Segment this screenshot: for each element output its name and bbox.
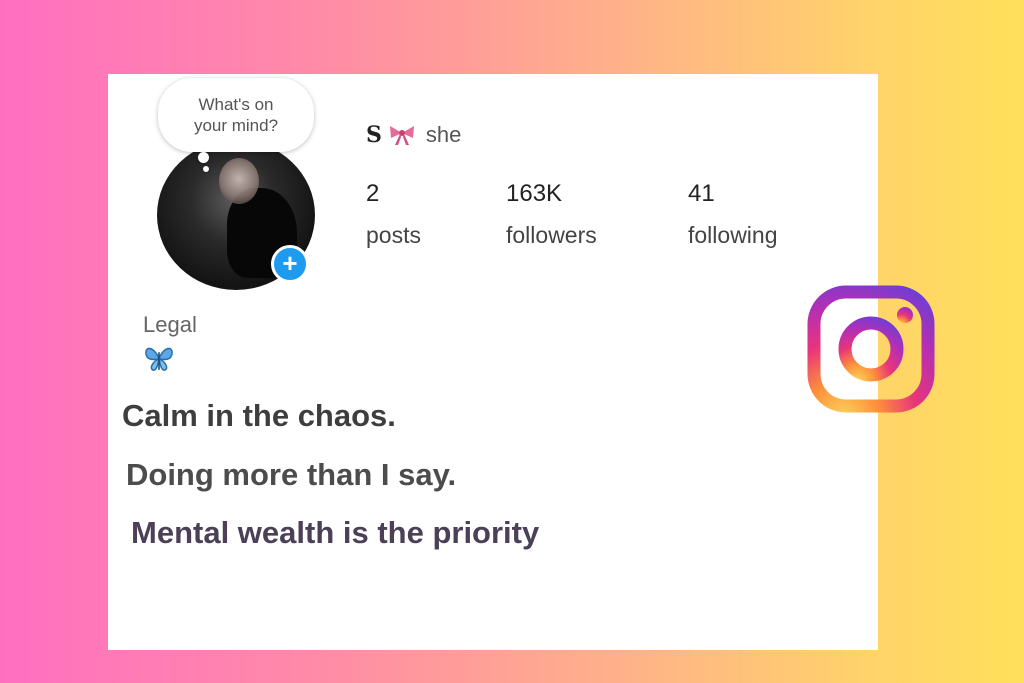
blue-butterfly-icon: [145, 347, 173, 371]
instagram-logo-icon: [807, 285, 935, 413]
plus-icon: +: [282, 248, 298, 278]
stat-followers-label: followers: [506, 222, 597, 248]
stat-posts-label: posts: [366, 222, 421, 248]
profile-category: Legal: [143, 312, 197, 337]
pink-bow-icon: [389, 126, 414, 145]
profile-name-row: S she: [366, 122, 461, 148]
profile-pronoun: she: [425, 122, 462, 147]
stat-following[interactable]: 41 following: [688, 180, 778, 249]
note-bubble-line1: What's on: [198, 95, 274, 114]
stat-followers[interactable]: 163K followers: [506, 180, 597, 249]
stat-followers-value: 163K: [506, 180, 563, 207]
stat-following-value: 41: [688, 180, 715, 207]
bubble-tail-small: [203, 166, 209, 172]
bio-line-2: Doing more than I say.: [126, 457, 457, 492]
bubble-tail: [198, 152, 209, 163]
bio-line-3: Mental wealth is the priority: [131, 515, 540, 550]
stat-posts[interactable]: 2 posts: [366, 180, 421, 249]
add-story-button[interactable]: +: [271, 245, 309, 283]
stat-posts-value: 2: [366, 180, 380, 207]
bio-line-1: Calm in the chaos.: [122, 398, 396, 433]
note-bubble[interactable]: What's on your mind?: [158, 78, 314, 152]
note-bubble-line2: your mind?: [193, 116, 279, 135]
profile-name: S: [366, 122, 382, 148]
stat-following-label: following: [688, 222, 778, 248]
avatar-photo-face: [219, 158, 259, 204]
